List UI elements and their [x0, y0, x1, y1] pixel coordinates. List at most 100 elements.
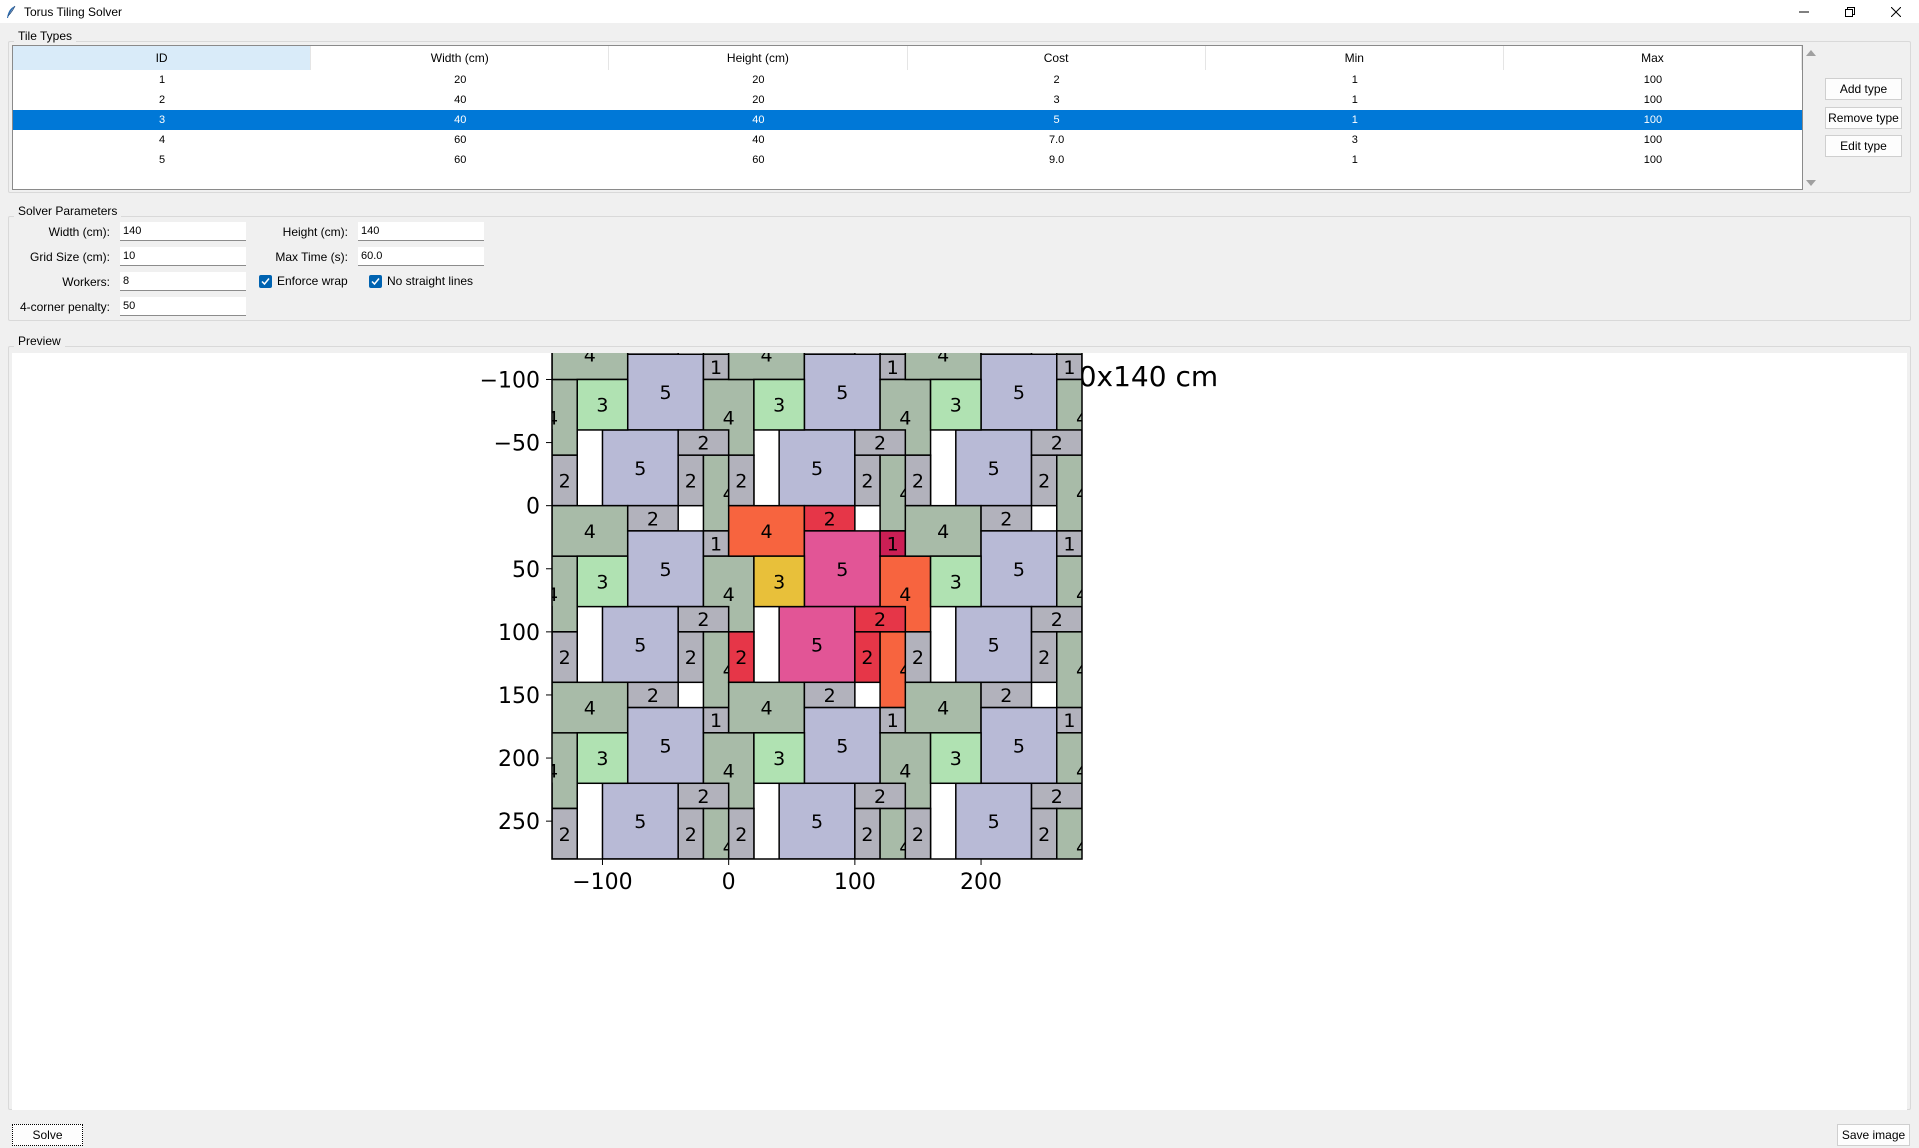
height-input[interactable]: [358, 222, 484, 241]
tile-label: 4: [899, 584, 911, 606]
grid-size-input[interactable]: [120, 247, 246, 266]
tile-label: 4: [407, 353, 419, 366]
table-cell: 1: [159, 74, 166, 86]
tile-label: 5: [458, 458, 470, 480]
table-cell: 2: [159, 94, 166, 106]
tile-label: 5: [660, 559, 672, 581]
tile-label: 4: [407, 698, 419, 720]
table-row[interactable]: 1 20 20 2 1 100: [13, 70, 1802, 90]
table-cell: 3: [159, 114, 166, 126]
table-cell: 5: [1053, 114, 1060, 126]
tile-label: 1: [710, 534, 722, 556]
table-cell: 100: [1643, 114, 1663, 126]
tile-rect: [375, 353, 451, 379]
tile-label: 3: [773, 395, 785, 417]
tile-label: 1: [1063, 357, 1075, 379]
tile-label: 2: [470, 685, 482, 707]
no-straight-lines-checkbox[interactable]: No straight lines: [369, 274, 473, 288]
tile-label: 3: [773, 571, 785, 593]
column-header[interactable]: Height (cm): [609, 46, 908, 70]
column-header[interactable]: Max: [1504, 46, 1803, 70]
tile-rect: [375, 455, 400, 505]
preview-canvas: Torus Tiling 3x3 of 140x140 cm 425514322…: [12, 353, 1907, 1110]
tile-label: 2: [912, 470, 924, 492]
minimize-button[interactable]: [1781, 0, 1827, 23]
column-header[interactable]: Min: [1206, 46, 1504, 70]
tile-label: 5: [483, 735, 495, 757]
tile-label: 1: [1063, 710, 1075, 732]
table-cell: 9.0: [1048, 154, 1065, 166]
tile-label: 4: [723, 761, 735, 783]
solve-button[interactable]: Solve: [12, 1124, 83, 1146]
column-header[interactable]: Width (cm): [311, 46, 610, 70]
tile-label: 4: [584, 698, 596, 720]
grid-size-label: Grid Size (cm):: [29, 250, 110, 264]
table-cell: 100: [1643, 134, 1663, 146]
save-image-button[interactable]: Save image: [1837, 1124, 1910, 1146]
tile-label: 1: [533, 534, 545, 556]
tile-label: 4: [407, 521, 419, 543]
column-header[interactable]: ID: [13, 46, 312, 70]
tile-label: 3: [596, 748, 608, 770]
table-row[interactable]: 2 40 20 3 1 100: [13, 90, 1802, 110]
tile-rect: [375, 682, 451, 732]
tile-label: 2: [470, 353, 482, 354]
tile-label: 5: [836, 559, 848, 581]
y-tick-label: 100: [498, 621, 540, 646]
tile-rect: [552, 782, 553, 810]
table-row[interactable]: 5 60 60 9.0 1 100: [13, 150, 1802, 170]
tile-label: 4: [723, 407, 735, 429]
scroll-down-icon[interactable]: [1806, 180, 1816, 186]
table-row[interactable]: 3 40 40 5 1 100: [13, 110, 1802, 130]
tile-rect: [375, 632, 400, 682]
table-cell: 1: [1351, 154, 1358, 166]
table-row[interactable]: 4 60 40 7.0 3 100: [13, 130, 1802, 150]
corner-penalty-input[interactable]: [120, 297, 246, 316]
edit-type-button[interactable]: Edit type: [1825, 135, 1902, 157]
tile-label: 2: [912, 647, 924, 669]
table-cell: 1: [1351, 114, 1358, 126]
table-cell: 1: [1351, 94, 1358, 106]
tile-label: 2: [697, 786, 709, 808]
feather-icon: [7, 5, 16, 18]
tile-label: 3: [420, 748, 432, 770]
minimize-icon: [1799, 11, 1809, 12]
checkmark-icon: [259, 274, 272, 288]
table-cell: 100: [1643, 74, 1663, 86]
scroll-up-icon[interactable]: [1806, 50, 1816, 56]
add-type-button[interactable]: Add type: [1825, 78, 1902, 100]
table-cell: 100: [1643, 154, 1663, 166]
enforce-wrap-checkbox[interactable]: Enforce wrap: [259, 274, 348, 288]
tile-label: 5: [811, 458, 823, 480]
tile-label: 2: [735, 647, 747, 669]
tile-label: 2: [559, 647, 571, 669]
table-scrollbar[interactable]: [1803, 45, 1819, 190]
close-button[interactable]: [1873, 0, 1919, 23]
tile-label: 2: [1000, 508, 1012, 530]
max-time-input[interactable]: [358, 247, 484, 266]
table-cell: 2: [1053, 74, 1060, 86]
enforce-wrap-label: Enforce wrap: [277, 274, 348, 288]
tile-label: 1: [887, 357, 899, 379]
y-tick-label: 50: [512, 558, 540, 583]
table-cell: 20: [752, 94, 765, 106]
tile-rect: [426, 430, 502, 506]
table-cell: 40: [454, 94, 467, 106]
y-tick-label: −50: [494, 432, 540, 457]
column-header[interactable]: Cost: [908, 46, 1206, 70]
tile-label: 2: [824, 508, 836, 530]
tile-label: 2: [470, 508, 482, 530]
restore-button[interactable]: [1827, 0, 1873, 23]
tile-label: 5: [836, 382, 848, 404]
width-input[interactable]: [120, 222, 246, 241]
tile-label: 4: [723, 584, 735, 606]
table-cell: 40: [752, 114, 765, 126]
workers-input[interactable]: [120, 272, 246, 291]
remove-type-button[interactable]: Remove type: [1825, 107, 1902, 129]
tile-label: 3: [420, 395, 432, 417]
table-cell: 3: [1351, 134, 1358, 146]
tile-label: 2: [861, 470, 873, 492]
tile-label: 1: [887, 534, 899, 556]
tile-types-table[interactable]: ID Width (cm) Height (cm) Cost Min Max 1 20 20 2…: [12, 45, 1803, 190]
tile-rect: [451, 682, 501, 707]
